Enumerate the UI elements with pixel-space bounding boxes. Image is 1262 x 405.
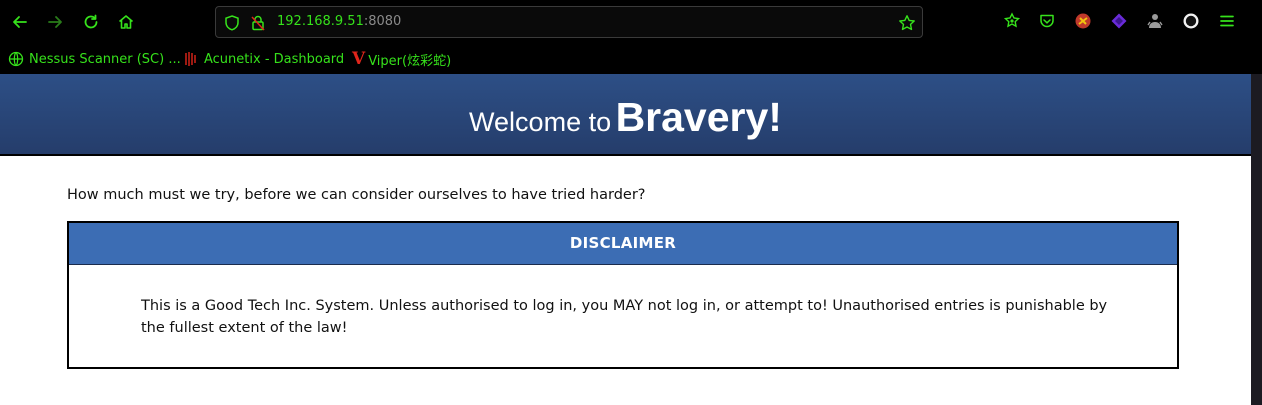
viper-icon: V <box>352 49 366 69</box>
url-text[interactable]: 192.168.9.51:8080 <box>277 14 401 29</box>
bookmark-label: Viper(炫彩蛇) <box>368 53 452 69</box>
bookmark-viper[interactable]: V Viper(炫彩蛇) <box>352 49 451 69</box>
home-icon <box>118 15 134 29</box>
back-button[interactable] <box>8 10 32 34</box>
right-edge-strip <box>1251 74 1262 405</box>
navigation-toolbar: 192.168.9.51:8080 <box>0 0 1262 44</box>
hero-heading: Welcome to Bravery! <box>0 94 1251 141</box>
bookmark-star-icon[interactable] <box>898 14 916 32</box>
shield-icon[interactable] <box>223 14 241 32</box>
disclaimer-panel: DISCLAIMER This is a Good Tech Inc. Syst… <box>67 221 1179 369</box>
menu-hamburger-icon[interactable] <box>1218 12 1236 30</box>
acunetix-icon <box>185 52 196 66</box>
address-bar[interactable]: 192.168.9.51:8080 <box>215 6 923 38</box>
intro-question: How much must we try, before we can cons… <box>67 187 646 203</box>
bookmarks-toolbar: Nessus Scanner (SC) ... Acunetix - Dashb… <box>0 44 1262 112</box>
url-port: :8080 <box>363 14 402 29</box>
reload-icon <box>84 14 98 29</box>
bookmark-label: Acunetix - Dashboard <box>204 51 345 67</box>
globe-icon <box>8 51 24 67</box>
hero-banner: Welcome to Bravery! <box>0 74 1251 156</box>
forward-arrow-icon <box>48 16 62 28</box>
user-agent-switcher-icon[interactable] <box>1146 12 1164 30</box>
bookmark-label: Nessus Scanner (SC) ... <box>29 51 181 67</box>
hackbar-extension-icon[interactable] <box>1074 12 1092 30</box>
browser-chrome: 192.168.9.51:8080 Nessus Scanner (SC) ..… <box>0 0 1262 112</box>
web-page: Welcome to Bravery! How much must we try… <box>0 74 1251 405</box>
disclaimer-body: This is a Good Tech Inc. System. Unless … <box>141 298 1108 336</box>
bookmark-nessus[interactable]: Nessus Scanner (SC) ... <box>8 49 181 69</box>
home-button[interactable] <box>114 10 138 34</box>
disclaimer-title: DISCLAIMER <box>569 234 677 252</box>
insecure-lock-icon[interactable] <box>249 14 267 32</box>
wappalyzer-icon[interactable] <box>1110 12 1128 30</box>
hero-brand-text: Bravery! <box>615 94 782 140</box>
hero-welcome-text: Welcome to <box>469 107 612 137</box>
disclaimer-header: DISCLAIMER <box>69 223 1177 265</box>
back-arrow-icon <box>13 16 27 28</box>
url-host: 192.168.9.51 <box>277 14 364 29</box>
extension-puzzle-star-icon[interactable] <box>1003 12 1021 30</box>
pocket-icon[interactable] <box>1038 12 1056 30</box>
proxy-toggle-icon[interactable] <box>1182 12 1200 30</box>
bookmark-acunetix[interactable]: Acunetix - Dashboard <box>183 49 344 69</box>
forward-button[interactable] <box>43 10 67 34</box>
reload-button[interactable] <box>79 10 103 34</box>
